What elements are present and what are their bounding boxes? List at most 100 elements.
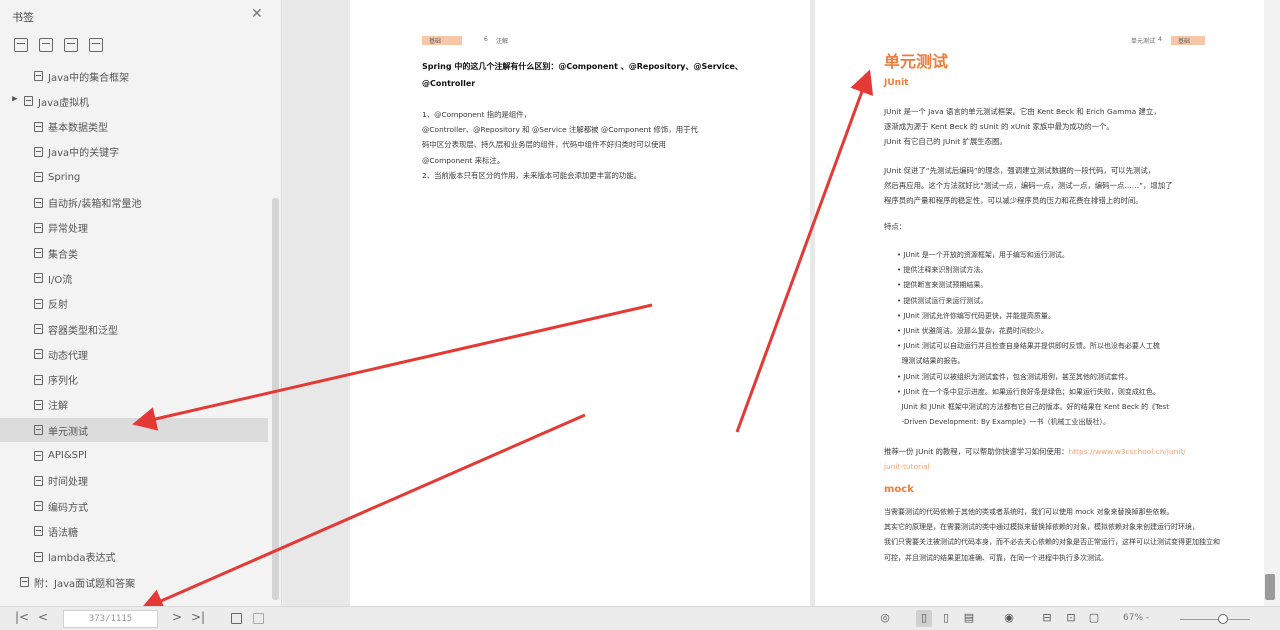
answer-text: 1、@Component 指的是组件， @Controller、@Reposit… xyxy=(422,110,698,180)
page-number-input[interactable]: 373/1115 xyxy=(63,610,158,628)
bookmark-icon xyxy=(34,222,43,233)
pdf-reader-window: 书签 ✕ Java中的集合框架 ▲ Java虚拟机 基本数据类型 Java中的关键字 Sp… xyxy=(0,0,1280,630)
bookmark-icon xyxy=(34,172,43,183)
sidebar-item-label: 时间处理 xyxy=(48,477,88,489)
sidebar-item[interactable]: Java中的关键字 xyxy=(0,140,268,164)
sidebar-scrollbar[interactable] xyxy=(272,198,279,600)
sidebar-item-label: 自动拆/装箱和常量池 xyxy=(48,199,142,210)
bookmark-icon xyxy=(34,475,43,486)
sidebar-item-label: 异常处理 xyxy=(48,224,88,236)
sidebar-item[interactable]: Spring xyxy=(0,165,268,189)
bookmark-icon xyxy=(34,425,43,436)
document-scrollbar[interactable] xyxy=(1265,574,1275,600)
sidebar-item-label: 编码方式 xyxy=(48,502,88,514)
sidebar-item-label: I/O流 xyxy=(48,274,73,286)
bookmark-icon[interactable] xyxy=(64,38,78,52)
sidebar-item[interactable]: 动态代理 xyxy=(0,342,268,366)
first-page-icon[interactable]: |< xyxy=(15,610,29,624)
header-tag-label: 基础 xyxy=(1178,38,1191,45)
last-page-icon[interactable]: >| xyxy=(191,610,205,624)
bookmark-icon xyxy=(34,197,43,208)
bookmark-view-icon[interactable]: ▢ xyxy=(1086,610,1102,627)
sidebar-item-label: Java中的关键字 xyxy=(48,148,120,160)
bookmark-icon xyxy=(34,526,43,537)
sidebar-item-label: 基本数据类型 xyxy=(48,123,108,135)
sidebar-item[interactable]: ▲ Java虚拟机 xyxy=(0,89,268,113)
sidebar-item-label: 动态代理 xyxy=(48,350,88,362)
sidebar-item-label: 反射 xyxy=(48,300,68,312)
sidebar-item[interactable]: lambda表达式 xyxy=(0,545,268,569)
bookmark-icon xyxy=(34,273,43,284)
bookmark-icon xyxy=(34,501,43,512)
document-viewport: 基础 6 注解 Spring 中的这几个注解有什么区别：@Component 、… xyxy=(283,0,1264,606)
sidebar-item[interactable]: 基本数据类型 xyxy=(0,115,268,139)
fit-page-icon[interactable] xyxy=(253,613,264,624)
fullscreen-icon[interactable]: ⊡ xyxy=(1063,610,1079,627)
header-tag xyxy=(422,36,462,45)
zoom-slider[interactable] xyxy=(1180,619,1250,620)
tutorial-link[interactable]: https://www.w3cschool.cn/junit/ xyxy=(1069,447,1186,456)
rotate-icon[interactable]: ◉ xyxy=(1001,610,1017,627)
sidebar-item-label: 单元测试 xyxy=(48,426,88,438)
sidebar-item-label: Java中的集合框架 xyxy=(48,72,130,84)
sidebar-item[interactable]: 附：Java面试题和答案 xyxy=(0,570,268,594)
sidebar-item-label: 序列化 xyxy=(48,376,78,388)
subheading-mock: mock xyxy=(884,484,914,495)
single-page-icon[interactable]: ▯ xyxy=(916,610,932,627)
mock-paragraph: 当需要测试的代码依赖于其他的类或者系统时，我们可以使用 mock 对象来替换掉那… xyxy=(884,508,1220,562)
sidebar-item-label: API&SPI xyxy=(48,450,87,461)
bookmark-icon xyxy=(34,551,43,562)
sidebar-item[interactable]: API&SPI xyxy=(0,444,268,468)
expand-all-icon[interactable] xyxy=(39,38,53,52)
delete-bookmark-icon[interactable] xyxy=(89,38,103,52)
sidebar-item[interactable]: 编码方式 xyxy=(0,494,268,518)
bookmark-icon xyxy=(34,399,43,410)
recommend-text: 推荐一份 JUnit 的教程，可以帮助你快速学习如何使用：https://www… xyxy=(884,444,1186,459)
bookmark-icon xyxy=(34,349,43,360)
recommend-label: 推荐一份 JUnit 的教程，可以帮助你快速学习如何使用： xyxy=(884,447,1069,456)
sidebar-item[interactable]: 注解 xyxy=(0,393,268,417)
sidebar-item-label: Java虚拟机 xyxy=(38,97,90,109)
tutorial-link-continued[interactable]: junit-tutorial xyxy=(884,459,930,474)
expand-caret-icon[interactable]: ▲ xyxy=(11,96,19,106)
close-icon[interactable]: ✕ xyxy=(251,6,263,22)
sidebar-item-label: lambda表达式 xyxy=(48,553,116,565)
header-section: 单元测试 xyxy=(1131,38,1156,45)
header-page-number: 4 xyxy=(1158,36,1162,43)
fit-width-icon[interactable]: ⊟ xyxy=(1039,610,1055,627)
bookmark-icon xyxy=(34,71,43,81)
features-label: 特点： xyxy=(884,222,907,231)
play-icon[interactable] xyxy=(231,613,242,624)
sidebar-item[interactable]: 语法糖 xyxy=(0,519,268,543)
sidebar-item-label: 语法糖 xyxy=(48,527,78,539)
double-page-icon[interactable]: ▯ xyxy=(938,610,954,627)
continuous-icon[interactable]: ▤ xyxy=(961,610,977,627)
sidebar-item[interactable]: 序列化 xyxy=(0,368,268,392)
sidebar-item[interactable]: 异常处理 xyxy=(0,216,268,240)
eye-icon[interactable]: ◎ xyxy=(877,610,893,627)
zoom-level[interactable]: 67% - xyxy=(1123,613,1149,623)
bookmark-sidebar: 书签 ✕ Java中的集合框架 ▲ Java虚拟机 基本数据类型 Java中的关键字 Sp… xyxy=(0,0,282,606)
bookmark-icon xyxy=(34,324,43,334)
sidebar-item[interactable]: 集合类 xyxy=(0,241,268,265)
subheading-junit: JUnit xyxy=(884,78,909,88)
sidebar-item[interactable]: 单元测试 xyxy=(0,418,268,443)
add-bookmark-icon[interactable] xyxy=(14,38,28,52)
header-tag-label: 基础 xyxy=(429,38,442,45)
previous-page-icon[interactable]: < xyxy=(38,610,48,624)
paragraph-2: JUnit 促进了“先测试后编码”的理念，强调建立测试数据的一段代码，可以先测试… xyxy=(884,166,1173,206)
zoom-slider-knob[interactable] xyxy=(1218,614,1228,624)
sidebar-item[interactable]: 反射 xyxy=(0,292,268,316)
header-page-number: 6 xyxy=(484,36,488,43)
bookmark-icon xyxy=(34,374,43,385)
bookmark-icon xyxy=(20,577,29,587)
sidebar-item[interactable]: 自动拆/装箱和常量池 xyxy=(0,191,268,215)
sidebar-item[interactable]: 容器类型和泛型 xyxy=(0,317,268,341)
sidebar-item[interactable]: Java中的集合框架 xyxy=(0,64,268,88)
next-page-icon[interactable]: > xyxy=(172,610,182,624)
sidebar-item[interactable]: 时间处理 xyxy=(0,469,268,493)
sidebar-item[interactable]: I/O流 xyxy=(0,266,268,290)
sidebar-item-label: 集合类 xyxy=(48,249,78,261)
paragraph-1: JUnit 是一个 Java 语言的单元测试框架。它由 Kent Beck 和 … xyxy=(884,107,1161,147)
bookmark-icon xyxy=(34,450,43,461)
